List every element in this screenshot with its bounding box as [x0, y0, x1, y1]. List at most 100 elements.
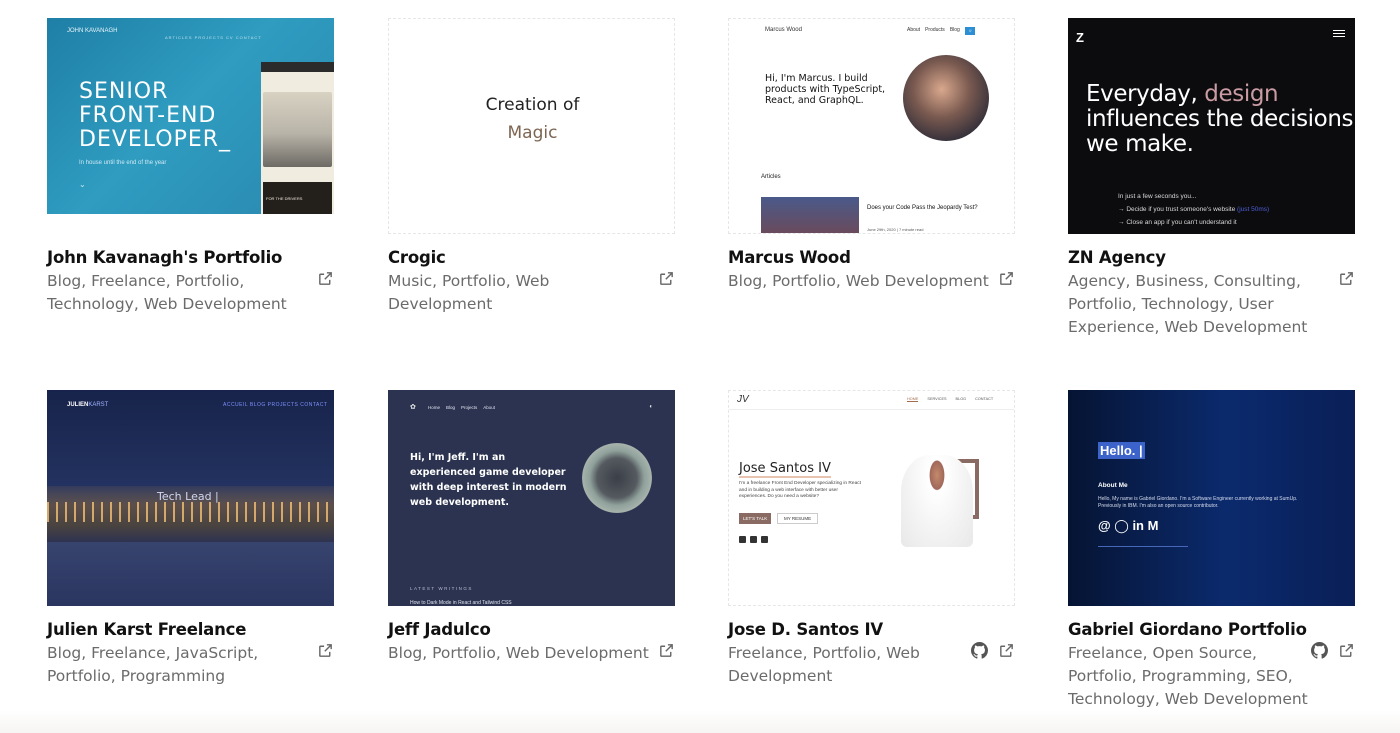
- thumb-intro: Hi, I'm Marcus. I build products with Ty…: [765, 73, 886, 106]
- tag-link[interactable]: Technology: [47, 295, 134, 313]
- tag-link[interactable]: Web Development: [506, 644, 649, 662]
- thumb-logo: ✿: [410, 404, 416, 411]
- article-image: [761, 197, 859, 233]
- site-title[interactable]: Marcus Wood: [728, 248, 1015, 268]
- tag-link[interactable]: Business: [1135, 272, 1203, 290]
- thumb-bio: Hello, My name is Gabriel Giordano. I'm …: [1098, 496, 1298, 509]
- site-tags: Blog, Portfolio, Web Development: [388, 644, 649, 662]
- thumb-line: Creation of: [485, 95, 580, 115]
- site-thumbnail[interactable]: JV HOME SERVICES BLOG CONTACT Jose Santo…: [728, 390, 1015, 606]
- tag-link[interactable]: Portfolio: [772, 272, 836, 290]
- site-card: JULIENKARST ACCUEIL BLOG PROJECTS CONTAC…: [47, 390, 334, 688]
- github-icon[interactable]: [971, 642, 988, 659]
- site-title[interactable]: John Kavanagh's Portfolio: [47, 248, 334, 268]
- site-card: Creation of Magic Crogic Music, Portfoli…: [388, 18, 675, 316]
- site-thumbnail[interactable]: Marcus Wood About Products Blog ☼ Hi, I'…: [728, 18, 1015, 234]
- tag-link[interactable]: Technology: [1068, 690, 1155, 708]
- external-link-icon[interactable]: [1338, 642, 1355, 659]
- thumb-section: LATEST WRITINGS: [410, 586, 473, 591]
- social-icons: [739, 536, 768, 543]
- tag-link[interactable]: Agency: [1068, 272, 1126, 290]
- site-thumbnail[interactable]: ✿ Home Blog Projects About ◐ Hi, I'm Jef…: [388, 390, 675, 606]
- tag-link[interactable]: Portfolio: [1068, 667, 1132, 685]
- site-tags: Agency, Business, Consulting, Portfolio,…: [1068, 272, 1308, 336]
- site-thumbnail[interactable]: Creation of Magic: [388, 18, 675, 234]
- thumb-hello: Hello. |: [1098, 442, 1145, 459]
- tag-link[interactable]: Web Development: [1164, 318, 1307, 336]
- tag-link[interactable]: Programming: [1142, 667, 1246, 685]
- tag-link[interactable]: Portfolio: [176, 272, 240, 290]
- tag-link[interactable]: Consulting: [1214, 272, 1296, 290]
- article-title: Does your Code Pass the Jeopardy Test?: [867, 205, 978, 211]
- external-link-icon[interactable]: [658, 270, 675, 287]
- site-title[interactable]: Jose D. Santos IV: [728, 620, 1015, 640]
- thumb-logo: JV: [737, 394, 749, 405]
- site-card: JV HOME SERVICES BLOG CONTACT Jose Santo…: [728, 390, 1015, 688]
- tag-link[interactable]: Music: [388, 272, 432, 290]
- site-card: Marcus Wood About Products Blog ☼ Hi, I'…: [728, 18, 1015, 293]
- car-image: [263, 92, 332, 167]
- tag-link[interactable]: Portfolio: [432, 644, 496, 662]
- tag-link[interactable]: Freelance: [91, 644, 166, 662]
- thumb-bio: I'm a freelance Front End Developer spec…: [739, 481, 861, 499]
- external-link-icon[interactable]: [1338, 270, 1355, 287]
- site-thumbnail[interactable]: Hello. | About Me Hello, My name is Gabr…: [1068, 390, 1355, 606]
- avatar: [582, 443, 652, 513]
- site-thumbnail[interactable]: Z Everyday, design influences the decisio…: [1068, 18, 1355, 234]
- site-tags: Blog, Portfolio, Web Development: [728, 272, 989, 290]
- thumb-logo: JOHN KAVANAGH: [67, 28, 118, 34]
- site-title[interactable]: ZN Agency: [1068, 248, 1355, 268]
- tag-link[interactable]: Portfolio: [442, 272, 506, 290]
- showcase-grid: JOHN KAVANAGH ARTICLES PROJECTS CV CONTA…: [0, 0, 1400, 733]
- menu-icon: [1333, 30, 1345, 39]
- thumb-headline: Everyday, design influences the decisions…: [1086, 81, 1354, 157]
- external-link-icon[interactable]: [317, 270, 334, 287]
- hero-line: DEVELOPER_: [79, 127, 232, 152]
- thumb-hero: SENIOR FRONT-END DEVELOPER_: [79, 80, 231, 152]
- site-title[interactable]: Gabriel Giordano Portfolio: [1068, 620, 1355, 640]
- person-photo: [901, 455, 973, 547]
- thumb-post: How to Dark Mode in React and Tailwind C…: [410, 600, 512, 606]
- tag-link[interactable]: Freelance: [728, 644, 803, 662]
- thumb-section: Articles: [761, 174, 781, 180]
- site-title[interactable]: Julien Karst Freelance: [47, 620, 334, 640]
- thumb-brand: Marcus Wood: [765, 27, 802, 33]
- site-tags: Freelance, Portfolio, Web Development: [728, 644, 920, 685]
- tag-link[interactable]: Technology: [1142, 295, 1229, 313]
- thumb-section: About Me: [1098, 482, 1128, 489]
- tag-link[interactable]: Portfolio: [1068, 295, 1132, 313]
- tag-link[interactable]: Web Development: [144, 295, 287, 313]
- article-date: June 29th, 2020 | 7 minute read: [867, 227, 924, 232]
- tag-link[interactable]: Open Source: [1152, 644, 1252, 662]
- github-icon[interactable]: [1311, 642, 1328, 659]
- thumb-name: Jose Santos IV: [739, 461, 831, 478]
- tag-link[interactable]: Blog: [388, 644, 422, 662]
- thumb-nav: ARTICLES PROJECTS CV CONTACT: [165, 35, 262, 40]
- tag-link[interactable]: Portfolio: [812, 644, 876, 662]
- tag-link[interactable]: Blog: [47, 644, 81, 662]
- external-link-icon[interactable]: [998, 270, 1015, 287]
- site-thumbnail[interactable]: JOHN KAVANAGH ARTICLES PROJECTS CV CONTA…: [47, 18, 334, 234]
- site-title[interactable]: Crogic: [388, 248, 675, 268]
- tag-link[interactable]: Blog: [728, 272, 762, 290]
- tag-link[interactable]: Web Development: [846, 272, 989, 290]
- tag-link[interactable]: SEO: [1256, 667, 1288, 685]
- tag-link[interactable]: Web Development: [1165, 690, 1308, 708]
- site-card: JOHN KAVANAGH ARTICLES PROJECTS CV CONTA…: [47, 18, 334, 316]
- tag-link[interactable]: JavaScript: [176, 644, 254, 662]
- tag-link[interactable]: Blog: [47, 272, 81, 290]
- bottom-fade: [0, 710, 1400, 733]
- site-thumbnail[interactable]: JULIENKARST ACCUEIL BLOG PROJECTS CONTAC…: [47, 390, 334, 606]
- hero-line: FRONT-END: [79, 103, 217, 128]
- external-link-icon[interactable]: [317, 642, 334, 659]
- social-icons: @ ◯ in M: [1098, 518, 1159, 533]
- tag-link[interactable]: Programming: [121, 667, 225, 685]
- site-tags: Freelance, Open Source, Portfolio, Progr…: [1068, 644, 1308, 708]
- external-link-icon[interactable]: [658, 642, 675, 659]
- tag-link[interactable]: Portfolio: [47, 667, 111, 685]
- site-title[interactable]: Jeff Jadulco: [388, 620, 675, 640]
- external-link-icon[interactable]: [998, 642, 1015, 659]
- tag-link[interactable]: Freelance: [1068, 644, 1143, 662]
- tag-link[interactable]: Freelance: [91, 272, 166, 290]
- thumb-line: Magic: [507, 123, 558, 143]
